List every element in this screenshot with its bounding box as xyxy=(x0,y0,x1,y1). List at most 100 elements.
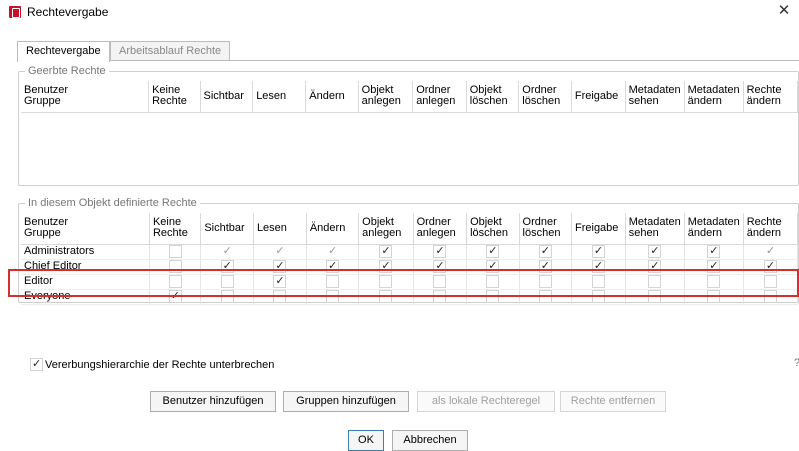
right-cell xyxy=(306,259,360,275)
right-cell xyxy=(684,244,744,260)
column-header[interactable]: Ordner anlegen xyxy=(412,81,467,113)
table-row[interactable]: Chief Editor xyxy=(21,259,799,275)
right-checkbox[interactable] xyxy=(538,244,552,258)
add-group-button[interactable]: Gruppen hinzufügen xyxy=(283,391,409,412)
right-checkbox[interactable] xyxy=(379,244,393,258)
right-checkbox[interactable] xyxy=(707,274,721,288)
right-cell xyxy=(253,244,307,260)
right-checkbox[interactable] xyxy=(648,274,662,288)
right-checkbox[interactable] xyxy=(591,259,605,273)
right-checkbox[interactable] xyxy=(273,289,287,303)
right-checkbox[interactable] xyxy=(538,259,552,273)
local-rule-button[interactable]: als lokale Rechteregel xyxy=(417,391,555,412)
row-name: Chief Editor xyxy=(21,259,150,275)
column-header[interactable]: Rechte ändern xyxy=(743,213,799,245)
add-user-button[interactable]: Benutzer hinzufügen xyxy=(150,391,276,412)
defined-rights-group: In diesem Objekt definierte Rechte Benut… xyxy=(18,197,799,305)
column-header[interactable]: Freigabe xyxy=(571,213,626,245)
right-checkbox[interactable] xyxy=(326,259,339,273)
column-header[interactable]: Ändern xyxy=(306,213,360,245)
column-header[interactable]: Metadaten sehen xyxy=(625,81,685,113)
right-checkbox[interactable] xyxy=(168,244,182,258)
help-icon[interactable]: ? xyxy=(790,356,799,370)
right-cell xyxy=(571,244,626,260)
inherit-break-checkbox[interactable] xyxy=(30,358,43,371)
right-checkbox[interactable] xyxy=(486,259,500,273)
column-header[interactable]: Metadaten ändern xyxy=(684,81,744,113)
close-button[interactable]: ✕ xyxy=(775,2,793,20)
column-header[interactable]: Objekt löschen xyxy=(466,81,520,113)
right-checkbox[interactable] xyxy=(648,244,662,258)
right-checkbox[interactable] xyxy=(538,274,552,288)
right-checkbox[interactable] xyxy=(168,289,182,303)
right-checkbox[interactable] xyxy=(486,274,500,288)
right-checkbox[interactable] xyxy=(433,274,447,288)
right-cell xyxy=(519,259,573,275)
right-checkbox[interactable] xyxy=(273,259,287,273)
right-checkbox[interactable] xyxy=(648,259,662,273)
column-header[interactable]: Benutzer Gruppe xyxy=(21,81,150,113)
column-header[interactable]: Sichtbar xyxy=(200,81,254,113)
right-checkbox[interactable] xyxy=(379,274,393,288)
cancel-button[interactable]: Abbrechen xyxy=(392,430,468,451)
column-header-line2: anlegen xyxy=(362,227,402,240)
ok-button[interactable]: OK xyxy=(348,430,384,451)
right-checkbox[interactable] xyxy=(220,259,234,273)
right-checkbox[interactable] xyxy=(486,244,500,258)
column-header[interactable]: Ordner löschen xyxy=(519,213,573,245)
right-checkbox[interactable] xyxy=(379,259,393,273)
right-checkbox[interactable] xyxy=(591,274,605,288)
column-header-line2: ändern xyxy=(687,95,722,108)
right-checkbox[interactable] xyxy=(433,244,447,258)
column-header[interactable]: Objekt löschen xyxy=(466,213,520,245)
column-header[interactable]: Lesen xyxy=(253,213,307,245)
right-checkbox[interactable] xyxy=(433,259,447,273)
right-checkbox[interactable] xyxy=(707,289,721,303)
right-checkbox[interactable] xyxy=(379,289,393,303)
column-header[interactable]: Metadaten ändern xyxy=(684,213,744,245)
column-header[interactable]: Keine Rechte xyxy=(148,81,201,113)
right-checkbox[interactable] xyxy=(433,289,447,303)
tab-rechtevergabe[interactable]: Rechtevergabe xyxy=(17,41,110,62)
right-checkbox[interactable] xyxy=(763,274,777,288)
right-checkbox[interactable] xyxy=(763,289,777,303)
right-checkbox[interactable] xyxy=(220,289,234,303)
column-header[interactable]: Lesen xyxy=(252,81,307,113)
column-header-line2: sehen xyxy=(628,95,659,108)
right-checkbox[interactable] xyxy=(273,274,287,288)
column-header[interactable]: Metadaten sehen xyxy=(625,213,685,245)
tab-arbeitsablauf-rechte[interactable]: Arbeitsablauf Rechte xyxy=(110,41,231,61)
right-cell xyxy=(466,274,520,290)
right-checkbox[interactable] xyxy=(763,259,777,273)
right-checkbox[interactable] xyxy=(591,244,605,258)
table-row[interactable]: Everyone xyxy=(21,289,799,305)
right-checkbox[interactable] xyxy=(486,289,500,303)
table-row[interactable]: Administrators xyxy=(21,244,799,260)
column-header[interactable]: Objekt anlegen xyxy=(358,81,414,113)
column-header[interactable]: Ordner löschen xyxy=(518,81,572,113)
right-checkbox[interactable] xyxy=(648,289,662,303)
right-checkbox[interactable] xyxy=(591,289,605,303)
column-header[interactable]: Keine Rechte xyxy=(149,213,202,245)
right-checkbox[interactable] xyxy=(273,244,287,258)
right-checkbox[interactable] xyxy=(220,274,234,288)
column-header[interactable]: Freigabe xyxy=(571,81,626,113)
column-header[interactable]: Rechte ändern xyxy=(743,81,799,113)
column-header[interactable]: Benutzer Gruppe xyxy=(21,213,150,245)
column-header[interactable]: Objekt anlegen xyxy=(358,213,414,245)
table-row[interactable]: Editor xyxy=(21,274,799,290)
right-checkbox[interactable] xyxy=(168,274,182,288)
right-checkbox[interactable] xyxy=(326,289,339,303)
column-header[interactable]: Ändern xyxy=(305,81,359,113)
right-checkbox[interactable] xyxy=(763,244,777,258)
right-checkbox[interactable] xyxy=(220,244,234,258)
right-checkbox[interactable] xyxy=(326,274,339,288)
right-checkbox[interactable] xyxy=(707,244,721,258)
right-checkbox[interactable] xyxy=(538,289,552,303)
right-checkbox[interactable] xyxy=(168,259,182,273)
remove-rights-button[interactable]: Rechte entfernen xyxy=(560,391,666,412)
right-checkbox[interactable] xyxy=(707,259,721,273)
right-checkbox[interactable] xyxy=(326,244,339,258)
column-header[interactable]: Ordner anlegen xyxy=(413,213,468,245)
column-header[interactable]: Sichtbar xyxy=(200,213,254,245)
